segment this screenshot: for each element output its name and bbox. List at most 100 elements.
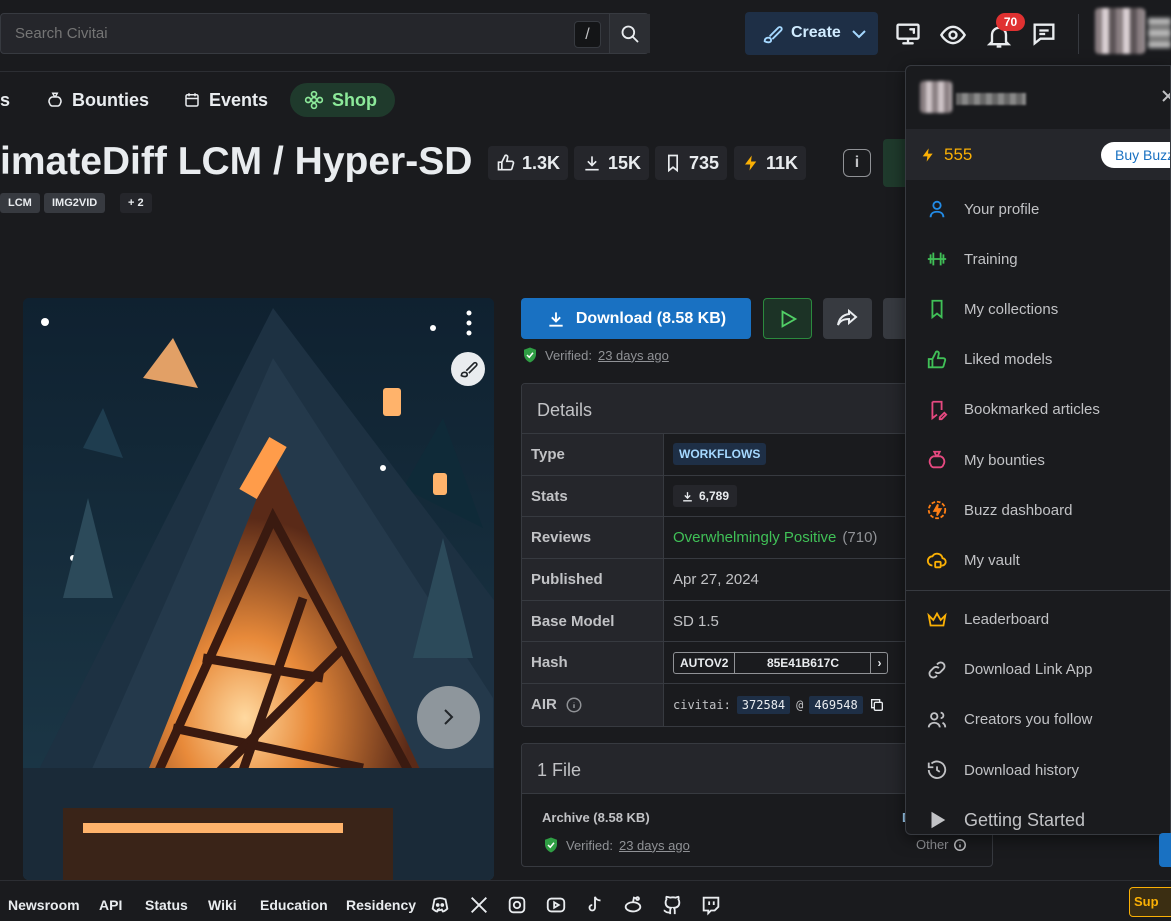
downloads-stat: 15K <box>574 146 650 180</box>
cloud-lock-icon <box>926 553 947 569</box>
create-button[interactable]: Create <box>745 12 878 55</box>
menu-item-download-history[interactable]: Download history <box>906 745 1170 795</box>
model-preview-image[interactable] <box>23 298 494 880</box>
play-icon <box>781 310 798 328</box>
close-icon[interactable] <box>1161 88 1171 104</box>
likes-stat[interactable]: 1.3K <box>488 146 569 180</box>
youtube-icon[interactable] <box>545 894 567 916</box>
menu-item-liked-models[interactable]: Liked models <box>906 335 1170 385</box>
file-verified: Verified: 23 days ago <box>542 836 690 854</box>
next-image-button[interactable] <box>417 686 480 749</box>
copy-icon[interactable] <box>869 697 885 713</box>
menu-item-label: Leaderboard <box>964 611 1050 629</box>
air-model-id: 372584 <box>736 695 791 714</box>
menu-item-label: Buzz dashboard <box>964 501 1073 519</box>
footer-link-education[interactable]: Education <box>260 897 328 913</box>
menu-item-download-link-app[interactable]: Download Link App <box>906 645 1170 695</box>
footer-link-wiki[interactable]: Wiki <box>208 897 237 913</box>
footer-link-status[interactable]: Status <box>145 897 188 913</box>
download-button[interactable]: Download (8.58 KB) <box>521 298 751 339</box>
bolt-circle-icon <box>927 501 947 520</box>
support-button[interactable]: Sup <box>1129 887 1171 917</box>
menu-item-creators-you-follow[interactable]: Creators you follow <box>906 695 1170 745</box>
tag-chip[interactable]: LCM <box>0 193 40 213</box>
verified-date-link[interactable]: 23 days ago <box>598 348 669 363</box>
row-label: Type <box>522 434 664 475</box>
reddit-icon[interactable] <box>622 894 644 916</box>
search-input[interactable] <box>15 25 555 42</box>
eye-question-icon[interactable] <box>939 21 967 49</box>
brush-icon <box>460 361 478 378</box>
nav-item-cut[interactable]: s <box>0 83 10 117</box>
chevron-down-icon[interactable] <box>851 27 867 41</box>
row-label: Reviews <box>522 517 664 559</box>
menu-item-my-collections[interactable]: My collections <box>906 284 1170 334</box>
details-heading: Details <box>522 384 920 434</box>
info-circle-icon[interactable] <box>953 838 967 852</box>
info-circle-icon[interactable] <box>565 696 583 714</box>
menu-item-your-profile[interactable]: Your profile <box>906 184 1170 234</box>
menu-item-leaderboard[interactable]: Leaderboard <box>906 595 1170 645</box>
menu-item-label: My collections <box>964 300 1059 318</box>
nav-item-shop[interactable]: Shop <box>290 83 395 117</box>
info-button[interactable]: i <box>843 149 871 177</box>
hash-chip[interactable]: AUTOV2 85E41B617C › <box>673 651 889 674</box>
monitor-icon[interactable] <box>894 20 922 48</box>
search-button[interactable] <box>609 14 650 53</box>
instagram-icon[interactable] <box>506 894 528 916</box>
nav-item-label: Events <box>209 89 269 110</box>
menu-item-label: My bounties <box>964 451 1045 469</box>
footer-link-newsroom[interactable]: Newsroom <box>8 897 80 913</box>
reviews-summary-link[interactable]: Overwhelmingly Positive <box>673 529 836 546</box>
twitch-icon[interactable] <box>700 894 722 916</box>
x-twitter-icon[interactable] <box>468 894 490 916</box>
footer-link-api[interactable]: API <box>99 897 122 913</box>
shop-icon <box>304 90 324 110</box>
discord-icon[interactable] <box>429 894 451 916</box>
run-button[interactable] <box>763 298 812 339</box>
share-button[interactable] <box>823 298 872 339</box>
history-icon <box>927 760 947 780</box>
buzz-balance-row[interactable]: 555 Buy Buzz <box>906 129 1170 180</box>
top-bar: / Create 70 <box>0 0 1171 72</box>
avatar[interactable] <box>1095 8 1145 54</box>
moneybag-icon <box>48 92 62 107</box>
download-icon <box>549 311 563 327</box>
tag-chip[interactable]: IMG2VID <box>44 193 106 213</box>
chat-icon[interactable] <box>1030 20 1058 48</box>
buzz-stat[interactable]: 11K <box>734 146 807 180</box>
menu-user-header[interactable] <box>906 66 1170 129</box>
buzz-count: 11K <box>766 152 799 173</box>
menu-item-getting-started[interactable]: Getting Started <box>906 795 1170 834</box>
downloads-count: 15K <box>608 152 642 173</box>
nav-item-events[interactable]: Events <box>183 83 268 117</box>
type-badge[interactable]: WORKFLOWS <box>673 443 767 466</box>
footer: Newsroom API Status Wiki Education Resid… <box>0 880 1171 921</box>
menu-item-label: Getting Started <box>964 809 1086 830</box>
user-menu-dropdown: 555 Buy Buzz Your profile Training My co… <box>905 65 1171 835</box>
menu-item-training[interactable]: Training <box>906 234 1170 284</box>
more-tags-chip[interactable]: + 2 <box>120 193 152 213</box>
kebab-menu-icon[interactable] <box>464 310 474 336</box>
menu-item-my-vault[interactable]: My vault <box>906 535 1170 585</box>
air-value: civitai: 372584 @ 469548 <box>664 695 885 714</box>
github-icon[interactable] <box>661 894 683 916</box>
menu-item-bookmarked-articles[interactable]: Bookmarked articles <box>906 385 1170 435</box>
menu-item-my-bounties[interactable]: My bounties <box>906 435 1170 485</box>
menu-divider <box>906 589 1170 591</box>
verified-date-link[interactable]: 23 days ago <box>619 838 690 853</box>
moneybag-icon <box>928 450 946 469</box>
footer-link-residency[interactable]: Residency <box>346 897 416 913</box>
collections-stat[interactable]: 735 <box>655 146 728 180</box>
floating-action-edge[interactable] <box>1159 833 1171 867</box>
menu-item-buzz-dashboard[interactable]: Buzz dashboard <box>906 485 1170 535</box>
buy-buzz-button[interactable]: Buy Buzz <box>1101 142 1170 168</box>
search-bar[interactable]: / <box>0 13 650 54</box>
avatar <box>920 81 952 113</box>
users-icon <box>927 711 947 728</box>
tiktok-icon[interactable] <box>584 894 606 916</box>
nav-item-bounties[interactable]: Bounties <box>46 83 149 117</box>
chevron-right-icon[interactable]: › <box>871 653 887 673</box>
download-icon <box>585 156 599 171</box>
remix-button[interactable] <box>451 352 485 386</box>
